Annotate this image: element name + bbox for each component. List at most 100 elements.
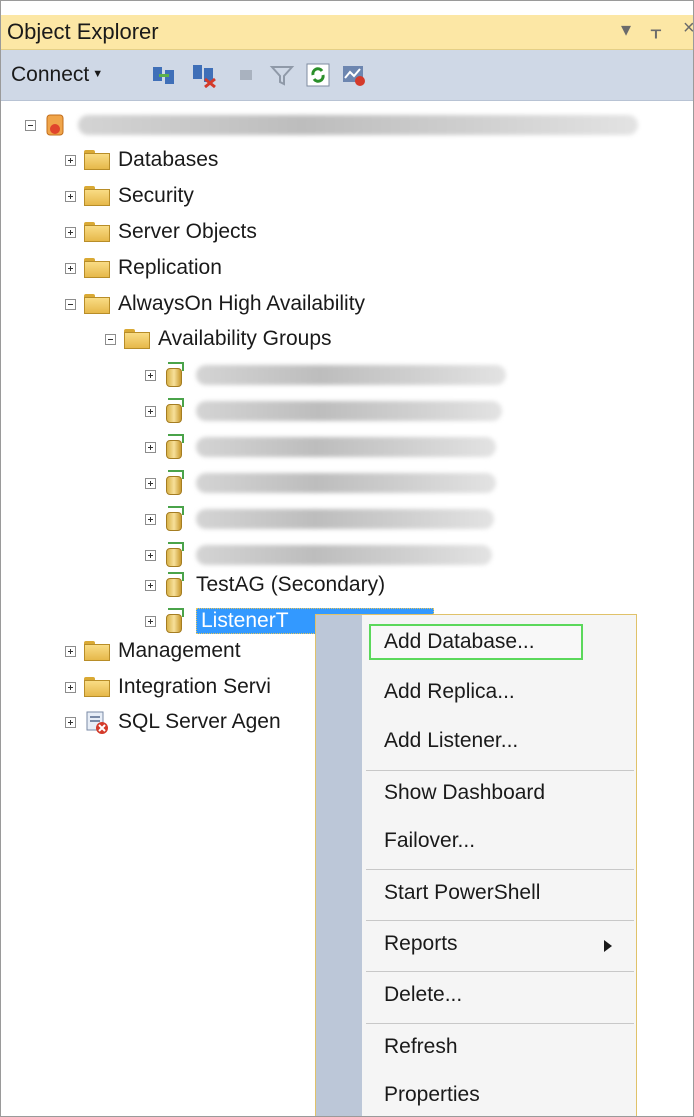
tree-node-availability-group[interactable] <box>145 431 496 463</box>
tree-node-availability-group[interactable] <box>145 359 506 391</box>
menu-item-properties[interactable]: Properties <box>384 1083 480 1107</box>
dropdown-icon[interactable]: ▾ <box>621 17 631 42</box>
tree-node-availability-group[interactable] <box>145 467 496 499</box>
tree-node-availability-group[interactable] <box>145 395 502 427</box>
tree-node-sql-server-agent[interactable]: SQL Server Agen <box>65 706 281 738</box>
availability-group-icon <box>164 470 186 496</box>
tree-node-integration-services[interactable]: Integration Servi <box>65 671 271 703</box>
expand-icon[interactable] <box>145 579 156 591</box>
menu-separator <box>366 920 634 921</box>
folder-icon <box>84 641 110 661</box>
tree-node-availability-group[interactable] <box>145 539 492 571</box>
tree-node-server[interactable] <box>25 109 638 141</box>
expand-icon[interactable] <box>65 226 76 238</box>
close-icon[interactable]: × <box>683 17 693 40</box>
refresh-icon[interactable] <box>305 62 331 88</box>
activity-monitor-icon[interactable] <box>341 62 367 88</box>
expand-icon[interactable] <box>145 369 156 381</box>
menu-item-refresh[interactable]: Refresh <box>384 1035 458 1059</box>
menu-separator <box>366 869 634 870</box>
expand-icon[interactable] <box>65 190 76 202</box>
toolbar: Connect ▼ <box>1 50 693 101</box>
tree-node-databases[interactable]: Databases <box>65 144 218 176</box>
connect-object-explorer-icon[interactable] <box>151 62 177 88</box>
context-menu: Add Database... Add Replica... Add Liste… <box>315 614 637 1116</box>
tree-node-management[interactable]: Management <box>65 635 241 667</box>
menu-item-delete[interactable]: Delete... <box>384 983 462 1007</box>
menu-separator <box>366 1023 634 1024</box>
redacted-group-name <box>196 473 496 493</box>
menu-gutter <box>316 615 362 1116</box>
menu-item-start-powershell[interactable]: Start PowerShell <box>384 881 540 905</box>
tree-node-label: SQL Server Agen <box>118 710 281 733</box>
folder-icon <box>84 294 110 314</box>
tree-node-label: Security <box>118 184 194 207</box>
tree-node-label: AlwaysOn High Availability <box>118 292 366 315</box>
folder-icon <box>84 150 110 170</box>
tree-node-testag[interactable]: TestAG (Secondary) <box>145 569 385 601</box>
sql-agent-icon <box>86 711 108 734</box>
tree-node-replication[interactable]: Replication <box>65 252 222 284</box>
collapse-icon[interactable] <box>65 298 76 310</box>
tree-node-alwayson[interactable]: AlwaysOn High Availability <box>65 288 365 320</box>
object-explorer-panel: Object Explorer ▾ ᚁ × Connect ▼ Database… <box>0 0 694 1117</box>
tree-node-label: Server Objects <box>118 220 257 243</box>
expand-icon[interactable] <box>145 549 156 561</box>
panel-title: Object Explorer <box>7 19 159 44</box>
availability-group-icon <box>164 506 186 532</box>
chevron-down-icon: ▼ <box>92 68 104 80</box>
tree-node-security[interactable]: Security <box>65 180 194 212</box>
menu-separator <box>366 971 634 972</box>
menu-item-add-replica[interactable]: Add Replica... <box>384 680 515 704</box>
server-icon <box>46 114 64 136</box>
redacted-group-name <box>196 365 506 385</box>
expand-icon[interactable] <box>145 441 156 453</box>
availability-group-icon <box>164 434 186 460</box>
tree-node-label: Databases <box>118 148 219 171</box>
pin-icon[interactable]: ᚁ <box>651 17 661 42</box>
tree-node-label: Replication <box>118 256 222 279</box>
expand-icon[interactable] <box>145 477 156 489</box>
folder-icon <box>124 329 150 349</box>
redacted-group-name <box>196 437 496 457</box>
tree-node-label: Management <box>118 639 241 662</box>
tree-node-server-objects[interactable]: Server Objects <box>65 216 257 248</box>
folder-icon <box>84 186 110 206</box>
tree-node-availability-group[interactable] <box>145 503 494 535</box>
collapse-icon[interactable] <box>25 119 36 131</box>
menu-separator <box>366 770 634 771</box>
tree-node-label: Availability Groups <box>158 327 332 350</box>
expand-icon[interactable] <box>65 262 76 274</box>
availability-group-icon <box>164 398 186 424</box>
expand-icon[interactable] <box>65 645 76 657</box>
redacted-server-name <box>78 115 638 135</box>
folder-icon <box>84 677 110 697</box>
expand-icon[interactable] <box>145 615 156 627</box>
menu-item-add-database[interactable]: Add Database... <box>384 630 535 654</box>
folder-icon <box>84 222 110 242</box>
tree-node-label: TestAG (Secondary) <box>196 573 386 596</box>
menu-item-add-listener[interactable]: Add Listener... <box>384 729 518 753</box>
tree-node-availability-groups[interactable]: Availability Groups <box>105 323 332 355</box>
disconnect-icon[interactable] <box>191 62 217 88</box>
menu-item-show-dashboard[interactable]: Show Dashboard <box>384 781 545 805</box>
connect-button[interactable]: Connect ▼ <box>11 63 103 87</box>
filter-icon[interactable] <box>269 62 295 88</box>
collapse-icon[interactable] <box>105 333 116 345</box>
stop-icon[interactable] <box>233 62 259 88</box>
menu-item-failover[interactable]: Failover... <box>384 829 475 853</box>
redacted-group-name <box>196 545 492 565</box>
folder-icon <box>84 258 110 278</box>
submenu-arrow-icon <box>604 940 612 952</box>
availability-group-icon <box>164 362 186 388</box>
expand-icon[interactable] <box>145 405 156 417</box>
expand-icon[interactable] <box>65 716 76 728</box>
expand-icon[interactable] <box>65 154 76 166</box>
expand-icon[interactable] <box>145 513 156 525</box>
availability-group-icon <box>164 542 186 568</box>
menu-item-reports[interactable]: Reports <box>384 932 458 956</box>
redacted-group-name <box>196 509 494 529</box>
expand-icon[interactable] <box>65 681 76 693</box>
availability-group-icon <box>164 572 186 598</box>
panel-title-bar: Object Explorer ▾ ᚁ × <box>1 15 693 50</box>
